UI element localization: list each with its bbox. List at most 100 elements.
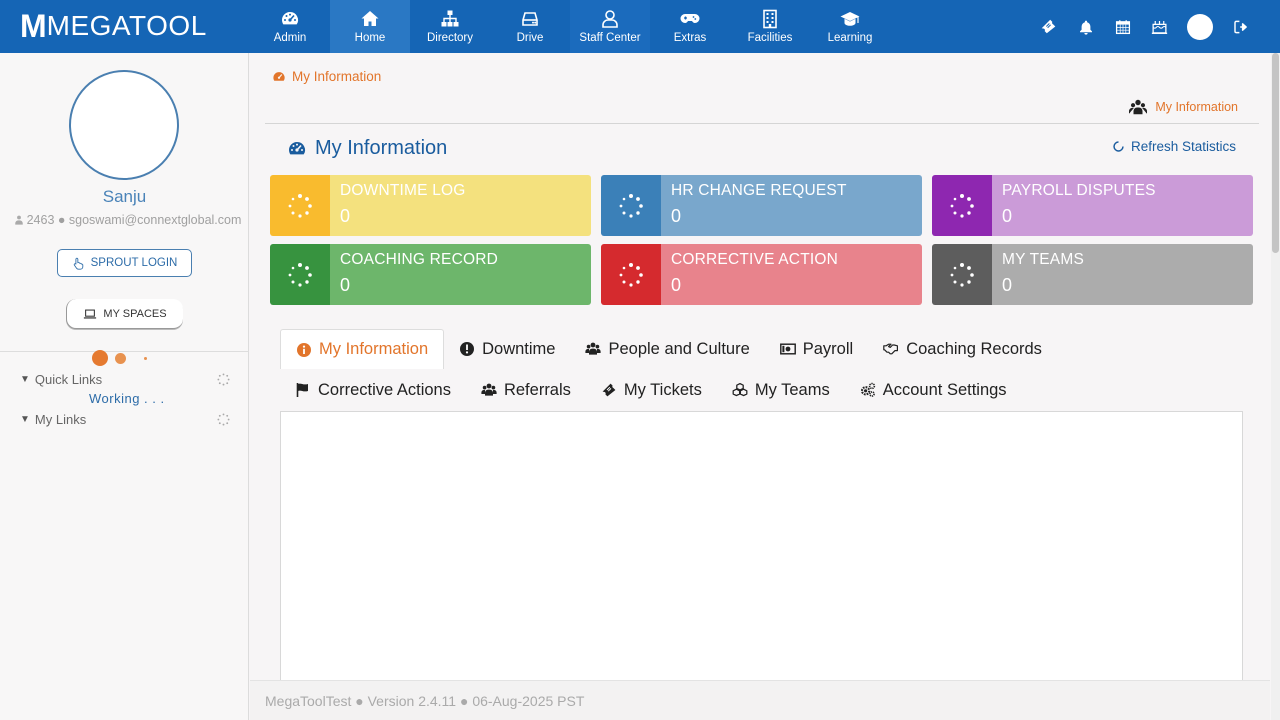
my-spaces-button[interactable]: MY SPACES (66, 299, 183, 329)
my-links-toggle[interactable]: ▼ My Links (20, 412, 235, 427)
stat-card-icon (601, 175, 661, 236)
my-spaces-label: MY SPACES (103, 307, 167, 320)
stat-card-value: 0 (340, 275, 351, 295)
stat-card-hr-change-request[interactable]: HR CHANGE REQUEST 0 (601, 175, 922, 236)
sidebar: Sanju 2463 ● sgoswami@connextglobal.com … (0, 53, 249, 720)
laptop-icon (84, 309, 97, 319)
stat-card-value: 0 (1002, 206, 1013, 226)
nav-staff-center[interactable]: Staff Center (570, 0, 650, 53)
loading-spinner-icon (619, 193, 643, 218)
stat-card-body: HR CHANGE REQUEST 0 (661, 175, 922, 236)
nav-admin[interactable]: Admin (250, 0, 330, 53)
gamepad-icon (680, 14, 700, 23)
tab-account-settings[interactable]: Account Settings (845, 370, 1022, 410)
dashboard-icon (282, 11, 299, 25)
loading-spinner-icon (288, 193, 312, 218)
refresh-statistics-button[interactable]: Refresh Statistics (1112, 139, 1236, 154)
stat-card-icon (601, 244, 661, 305)
nav-facilities[interactable]: Facilities (730, 0, 810, 53)
ticket-icon[interactable] (1039, 17, 1058, 36)
stat-card-title: MY TEAMS (1002, 251, 1084, 268)
stat-card-value: 0 (1002, 275, 1013, 295)
hand-pointer-icon (73, 257, 83, 270)
logo-letter: M (20, 7, 47, 44)
user-icon (602, 10, 618, 28)
nav-extras[interactable]: Extras (650, 0, 730, 53)
stat-card-coaching-record[interactable]: COACHING RECORD 0 (270, 244, 591, 305)
stat-card-my-teams[interactable]: MY TEAMS 0 (932, 244, 1253, 305)
stat-card-downtime-log[interactable]: DOWNTIME LOG 0 (270, 175, 591, 236)
nav-label: Admin (273, 32, 307, 44)
tab-label: Corrective Actions (318, 380, 451, 399)
megatool-logo[interactable]: M MEGATOOL (20, 7, 207, 44)
profile-avatar[interactable] (69, 70, 179, 180)
nav-drive[interactable]: Drive (490, 0, 570, 53)
refresh-label: Refresh Statistics (1130, 139, 1236, 154)
stat-card-corrective-action[interactable]: CORRECTIVE ACTION 0 (601, 244, 922, 305)
cogs-icon (860, 382, 875, 397)
stat-card-value: 0 (671, 275, 682, 295)
sprout-login-button[interactable]: SPROUT LOGIN (57, 249, 192, 277)
nav-label: Extras (673, 32, 707, 44)
loading-spinner-icon (619, 262, 643, 287)
tab-coaching-records[interactable]: Coaching Records (868, 329, 1057, 369)
tab-label: My Information (319, 340, 429, 358)
page-title: My Information (287, 137, 447, 160)
nav-directory[interactable]: Directory (410, 0, 490, 53)
my-information-link[interactable]: My Information (1129, 98, 1238, 116)
nav-label: Directory (426, 32, 473, 44)
loading-dot (144, 356, 147, 360)
footer-text: MegaToolTest ● Version 2.4.11 ● 06-Aug-2… (265, 692, 585, 709)
loading-spinner-icon (950, 193, 974, 218)
quick-links-label: Quick Links (34, 372, 103, 387)
nav-home[interactable]: Home (330, 0, 410, 53)
users-icon (481, 383, 497, 396)
tab-payroll[interactable]: Payroll (765, 329, 868, 369)
tabs-row-2: Corrective Actions Referrals My Tickets … (280, 370, 1022, 410)
dashboard-icon (289, 141, 306, 154)
quick-links-toggle[interactable]: ▼ Quick Links (20, 372, 235, 387)
tab-label: Coaching Records (906, 339, 1042, 358)
user-avatar[interactable] (1187, 13, 1213, 40)
stat-card-icon (932, 175, 992, 236)
cubes-icon (732, 382, 748, 397)
nav-learning[interactable]: Learning (810, 0, 890, 53)
logout-icon[interactable] (1231, 17, 1250, 36)
stat-card-icon (932, 244, 992, 305)
birthday-cake-icon[interactable] (1150, 17, 1169, 36)
hdd-icon (522, 12, 538, 26)
stat-card-value: 0 (671, 206, 682, 226)
refresh-icon (1113, 141, 1124, 152)
calendar-icon[interactable] (1113, 17, 1132, 36)
ticket-icon (602, 383, 616, 397)
scrollbar-thumb[interactable] (1272, 53, 1279, 253)
bell-icon[interactable] (1076, 17, 1095, 36)
tab-label: My Teams (754, 380, 830, 399)
tab-referrals[interactable]: Referrals (466, 370, 586, 410)
tab-my-teams[interactable]: My Teams (717, 370, 845, 410)
loading-spinner-icon (288, 262, 312, 287)
tab-downtime[interactable]: Downtime (444, 329, 570, 369)
nav-label: Home (354, 32, 386, 44)
tab-content-panel (280, 411, 1243, 691)
tab-my-information[interactable]: My Information (280, 329, 445, 369)
caret-down-icon: ▼ (20, 414, 30, 425)
breadcrumb[interactable]: My Information (272, 69, 381, 84)
header-icons (1039, 0, 1250, 53)
tab-label: My Tickets (623, 380, 702, 399)
stat-card-title: CORRECTIVE ACTION (671, 251, 839, 268)
nav-label: Drive (516, 32, 544, 44)
users-icon (585, 342, 602, 355)
stat-card-payroll-disputes[interactable]: PAYROLL DISPUTES 0 (932, 175, 1253, 236)
tab-my-tickets[interactable]: My Tickets (586, 370, 717, 410)
tab-label: Payroll (802, 339, 854, 358)
top-navbar: M MEGATOOL Admin Home Directory Drive St… (0, 0, 1280, 53)
tab-corrective-actions[interactable]: Corrective Actions (280, 370, 466, 410)
tab-people-and-culture[interactable]: People and Culture (570, 329, 764, 369)
flag-icon (296, 383, 308, 397)
page-scrollbar[interactable] (1271, 53, 1280, 720)
handshake-icon (883, 343, 899, 355)
tab-label: Account Settings (882, 380, 1007, 399)
profile-info: 2463 ● sgoswami@connextglobal.com (10, 213, 245, 227)
nav-label: Learning (827, 32, 873, 44)
